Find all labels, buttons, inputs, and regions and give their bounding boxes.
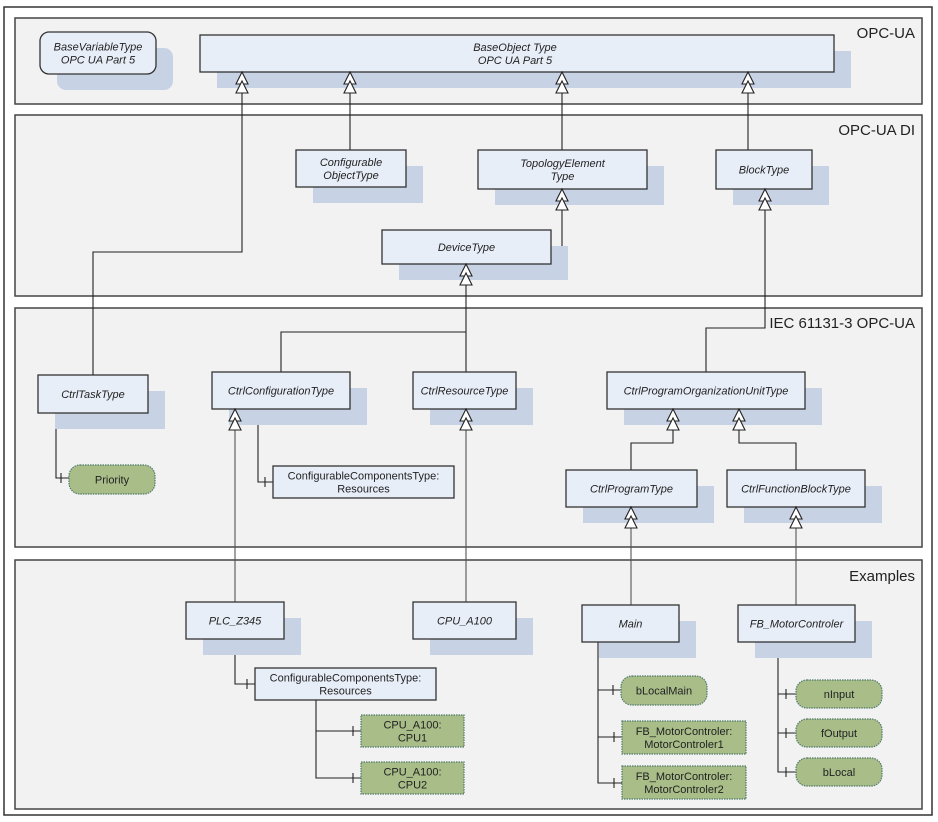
node-label: Configurable xyxy=(320,157,382,169)
node-label: BaseObject Type xyxy=(473,42,557,54)
node-label: CPU_A100 xyxy=(437,616,493,628)
node-topology-element-type[interactable]: TopologyElementType xyxy=(477,149,664,205)
type-hierarchy-diagram: OPC-UA OPC-UA DI IEC 61131-3 OPC-UA Exam… xyxy=(3,6,933,816)
node-fb-motorcontroler[interactable]: FB_MotorControler xyxy=(737,604,872,658)
node-label: DeviceType xyxy=(438,242,495,254)
node-base-variable-type[interactable]: BaseVariableTypeOPC UA Part 5 xyxy=(39,31,173,90)
node-label: CtrlFunctionBlockType xyxy=(741,484,851,496)
node-motorcontroler2[interactable]: FB_MotorControler:MotorControler2 xyxy=(621,765,747,800)
node-label: bLocalMain xyxy=(636,686,692,698)
node-label: FB_MotorControler: xyxy=(636,771,733,783)
node-cpu2[interactable]: CPU_A100:CPU2 xyxy=(360,761,465,795)
panel-title: Examples xyxy=(849,568,915,585)
node-label: Main xyxy=(619,619,643,631)
node-f-output[interactable]: fOutput xyxy=(795,718,883,748)
node-label: MotorControler1 xyxy=(644,739,723,751)
panel-title: OPC-UA xyxy=(857,25,915,42)
node-config-components-ex[interactable]: ConfigurableComponentsType:Resources xyxy=(254,667,437,701)
node-n-input[interactable]: nInput xyxy=(795,679,883,709)
node-label: Type xyxy=(551,171,575,183)
node-label: TopologyElement xyxy=(520,158,606,170)
node-label: CtrlTaskType xyxy=(61,389,125,401)
node-label: OPC UA Part 5 xyxy=(61,55,136,67)
node-label: CtrlResourceType xyxy=(421,386,509,398)
node-label: PLC_Z345 xyxy=(209,616,262,628)
node-label: Priority xyxy=(95,475,130,487)
node-label: CtrlProgramOrganizationUnitType xyxy=(624,386,789,398)
node-ctrl-program-type[interactable]: CtrlProgramType xyxy=(565,469,714,523)
node-ctrl-pou-type[interactable]: CtrlProgramOrganizationUnitType xyxy=(606,371,822,425)
node-label: nInput xyxy=(824,689,855,701)
node-ctrl-task-type[interactable]: CtrlTaskType xyxy=(37,374,165,429)
node-label: ConfigurableComponentsType: xyxy=(270,673,422,685)
node-plc-z345[interactable]: PLC_Z345 xyxy=(185,601,301,655)
node-label: BlockType xyxy=(739,165,790,177)
node-configurable-object-type[interactable]: ConfigurableObjectType xyxy=(295,149,423,203)
panel-title: IEC 61131-3 OPC-UA xyxy=(769,315,915,332)
node-label: CPU_A100: xyxy=(383,767,441,779)
node-label: CtrlConfigurationType xyxy=(228,386,334,398)
node-label: CtrlProgramType xyxy=(590,484,673,496)
node-label: OPC UA Part 5 xyxy=(478,55,553,67)
node-label: BaseVariableType xyxy=(54,42,143,54)
node-label: fOutput xyxy=(821,728,857,740)
node-label: MotorControler2 xyxy=(644,784,723,796)
node-cpu1[interactable]: CPU_A100:CPU1 xyxy=(360,714,465,748)
node-label: FB_MotorControler xyxy=(750,619,845,631)
node-label: bLocal xyxy=(823,767,855,779)
node-motorcontroler1[interactable]: FB_MotorControler:MotorControler1 xyxy=(621,720,747,755)
node-ctrl-function-block-type[interactable]: CtrlFunctionBlockType xyxy=(726,469,882,523)
node-label: ObjectType xyxy=(323,170,378,182)
node-ctrl-resource-type[interactable]: CtrlResourceType xyxy=(412,371,533,425)
node-base-object-type[interactable]: BaseObject TypeOPC UA Part 5 xyxy=(199,34,851,88)
node-b-local[interactable]: bLocal xyxy=(795,757,883,787)
node-cpu-a100[interactable]: CPU_A100 xyxy=(412,601,533,655)
node-priority[interactable]: Priority xyxy=(68,464,156,495)
node-label: CPU2 xyxy=(398,780,427,792)
node-label: FB_MotorControler: xyxy=(636,726,733,738)
node-device-type[interactable]: DeviceType xyxy=(381,229,568,280)
node-label: Resources xyxy=(319,686,372,698)
node-b-local-main[interactable]: bLocalMain xyxy=(620,675,708,706)
node-label: ConfigurableComponentsType: xyxy=(288,471,440,483)
node-config-components-iec[interactable]: ConfigurableComponentsType:Resources xyxy=(272,465,455,499)
panel-title: OPC-UA DI xyxy=(838,122,915,139)
node-label: Resources xyxy=(337,484,390,496)
node-label: CPU_A100: xyxy=(383,720,441,732)
node-label: CPU1 xyxy=(398,733,427,745)
node-main[interactable]: Main xyxy=(581,604,696,658)
